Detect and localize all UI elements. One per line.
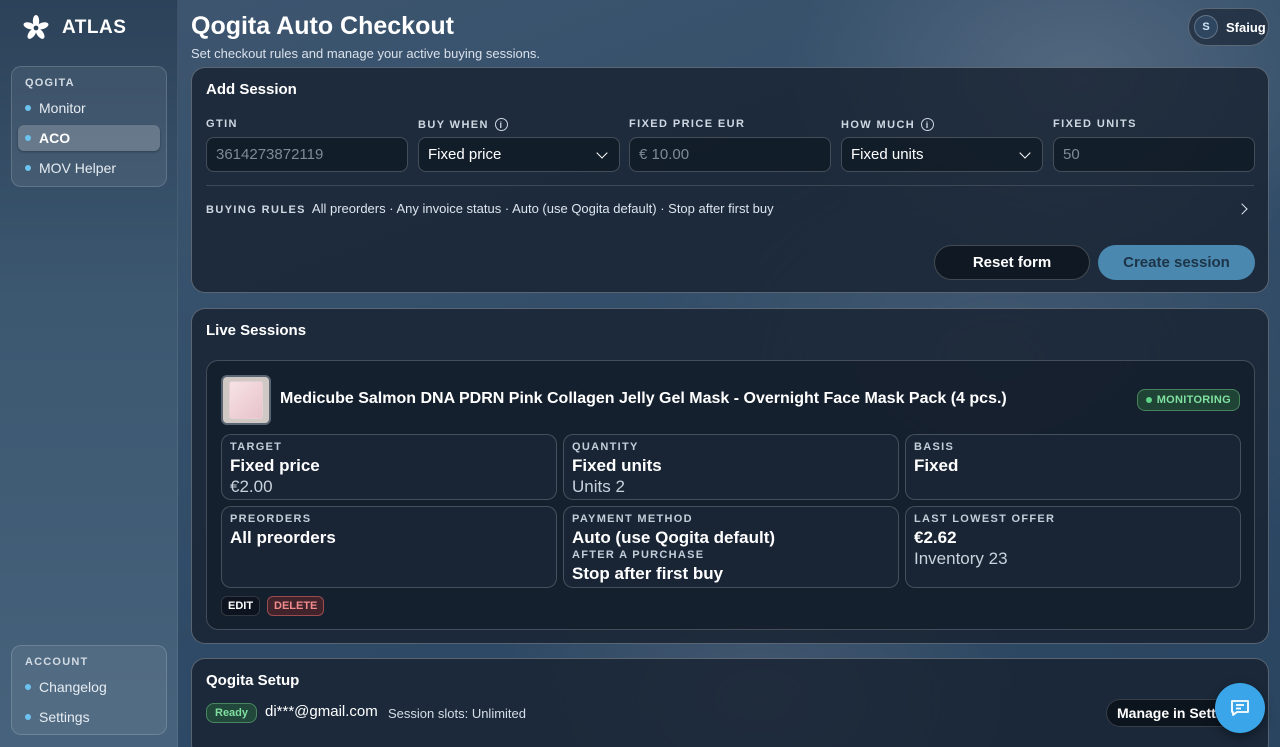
cell-label: PREORDERS xyxy=(230,513,312,525)
cell-value: Fixed price xyxy=(230,456,320,475)
cell-label: TARGET xyxy=(230,441,283,453)
nav-dot-icon xyxy=(25,684,31,690)
how-much-label: HOW MUCH i xyxy=(841,118,935,131)
cell-value: All preorders xyxy=(230,528,336,547)
cell-value: Fixed units xyxy=(572,456,662,475)
status-text: MONITORING xyxy=(1156,394,1231,406)
sidebar-item-mov-helper[interactable]: MOV Helper xyxy=(18,155,160,181)
chevron-down-icon xyxy=(596,146,608,159)
cell-sub: Inventory 23 xyxy=(914,549,1008,568)
brand-name: ATLAS xyxy=(62,17,127,38)
atlas-logo-icon xyxy=(23,15,49,39)
cell-value: Fixed xyxy=(914,456,959,475)
card-title: Qogita Setup xyxy=(206,672,300,689)
divider xyxy=(206,185,1254,186)
brand[interactable]: ATLAS xyxy=(22,14,126,42)
quantity-cell: QUANTITY Fixed units Units 2 xyxy=(563,434,899,500)
cell-label: AFTER A PURCHASE xyxy=(572,549,705,561)
buying-rules-summary: All preorders · Any invoice status · Aut… xyxy=(311,201,774,216)
card-title: Live Sessions xyxy=(206,322,307,339)
nav-group-title: QOGITA xyxy=(25,77,75,89)
preorders-cell: PREORDERS All preorders xyxy=(221,506,557,588)
page-subtitle: Set checkout rules and manage your activ… xyxy=(191,46,541,61)
ready-badge: Ready xyxy=(206,703,258,723)
gtin-input[interactable]: 3614273872119 xyxy=(206,137,408,172)
nav-group-account: ACCOUNT Changelog Settings xyxy=(11,645,167,735)
cell-label: LAST LOWEST OFFER xyxy=(914,513,1056,525)
fixed-price-label: FIXED PRICE EUR xyxy=(629,118,746,130)
status-badge: MONITORING xyxy=(1136,389,1240,411)
sidebar-item-monitor[interactable]: Monitor xyxy=(18,95,160,121)
buy-when-value: Fixed price xyxy=(428,146,502,163)
edit-session-button[interactable]: EDIT xyxy=(221,596,261,616)
product-title: Medicube Salmon DNA PDRN Pink Collagen J… xyxy=(280,390,1007,407)
qogita-setup-card: Qogita Setup Ready di***@gmail.com Sessi… xyxy=(191,658,1269,747)
user-menu-button[interactable]: S Sfaiug xyxy=(1188,8,1269,46)
info-icon[interactable]: i xyxy=(494,118,508,131)
sidebar-item-settings[interactable]: Settings xyxy=(18,704,160,730)
cell-value: Auto (use Qogita default) xyxy=(572,528,776,547)
cell-value: Stop after first buy xyxy=(572,564,724,583)
cell-label: BASIS xyxy=(914,441,955,453)
nav-dot-icon xyxy=(25,714,31,720)
info-icon[interactable]: i xyxy=(921,118,935,131)
account-email: di***@gmail.com xyxy=(265,703,378,720)
chevron-down-icon xyxy=(1019,146,1031,159)
chat-icon xyxy=(1231,700,1249,716)
user-name: Sfaiug xyxy=(1226,19,1266,35)
cell-sub: Units 2 xyxy=(572,477,625,496)
sidebar: ATLAS QOGITA Monitor ACO MOV Helper ACCO… xyxy=(0,0,178,747)
reset-form-button[interactable]: Reset form xyxy=(934,245,1090,280)
cell-label: PAYMENT METHOD xyxy=(572,513,693,525)
cell-label: QUANTITY xyxy=(572,441,639,453)
buy-when-select[interactable]: Fixed price xyxy=(418,137,620,172)
avatar: S xyxy=(1194,15,1218,39)
how-much-select[interactable]: Fixed units xyxy=(841,137,1043,172)
buying-rules-row[interactable]: BUYING RULES All preorders · Any invoice… xyxy=(206,201,774,216)
payment-method-cell: PAYMENT METHOD Auto (use Qogita default)… xyxy=(563,506,899,588)
page-title: Qogita Auto Checkout xyxy=(191,12,454,40)
session-card: Medicube Salmon DNA PDRN Pink Collagen J… xyxy=(206,360,1255,630)
cell-value: €2.62 xyxy=(914,528,957,547)
last-lowest-offer-cell: LAST LOWEST OFFER €2.62 Inventory 23 xyxy=(905,506,1241,588)
nav-group-title: ACCOUNT xyxy=(25,656,89,668)
status-dot-icon xyxy=(1145,397,1152,403)
fixed-units-input[interactable]: 50 xyxy=(1053,137,1255,172)
fixed-units-label: FIXED UNITS xyxy=(1053,118,1137,130)
sidebar-item-label: ACO xyxy=(39,130,71,146)
card-title: Add Session xyxy=(206,81,297,98)
sidebar-item-changelog[interactable]: Changelog xyxy=(18,674,160,700)
delete-session-button[interactable]: DELETE xyxy=(267,596,325,616)
nav-dot-icon xyxy=(25,165,31,171)
sidebar-item-label: Settings xyxy=(39,709,90,725)
session-slots: Session slots: Unlimited xyxy=(388,706,526,721)
sidebar-item-aco[interactable]: ACO xyxy=(18,125,160,151)
target-cell: TARGET Fixed price €2.00 xyxy=(221,434,557,500)
sidebar-item-label: Monitor xyxy=(39,100,86,116)
buy-when-label: BUY WHEN i xyxy=(418,118,508,131)
how-much-value: Fixed units xyxy=(851,146,924,163)
sidebar-item-label: MOV Helper xyxy=(39,160,117,176)
product-thumbnail xyxy=(221,375,271,425)
fixed-price-input[interactable]: € 10.00 xyxy=(629,137,831,172)
live-sessions-card: Live Sessions Medicube Salmon DNA PDRN P… xyxy=(191,308,1269,644)
gtin-label: GTIN xyxy=(206,118,238,130)
create-session-button[interactable]: Create session xyxy=(1098,245,1255,280)
buying-rules-label: BUYING RULES xyxy=(206,204,306,216)
basis-cell: BASIS Fixed xyxy=(905,434,1241,500)
cell-sub: €2.00 xyxy=(230,477,273,496)
nav-dot-icon xyxy=(25,105,31,111)
sidebar-item-label: Changelog xyxy=(39,679,107,695)
nav-dot-icon xyxy=(25,135,31,141)
chat-button[interactable] xyxy=(1215,683,1265,733)
add-session-card: Add Session GTIN 3614273872119 BUY WHEN … xyxy=(191,67,1269,293)
nav-group-qogita: QOGITA Monitor ACO MOV Helper xyxy=(11,66,167,187)
chevron-right-icon[interactable] xyxy=(1236,203,1248,215)
